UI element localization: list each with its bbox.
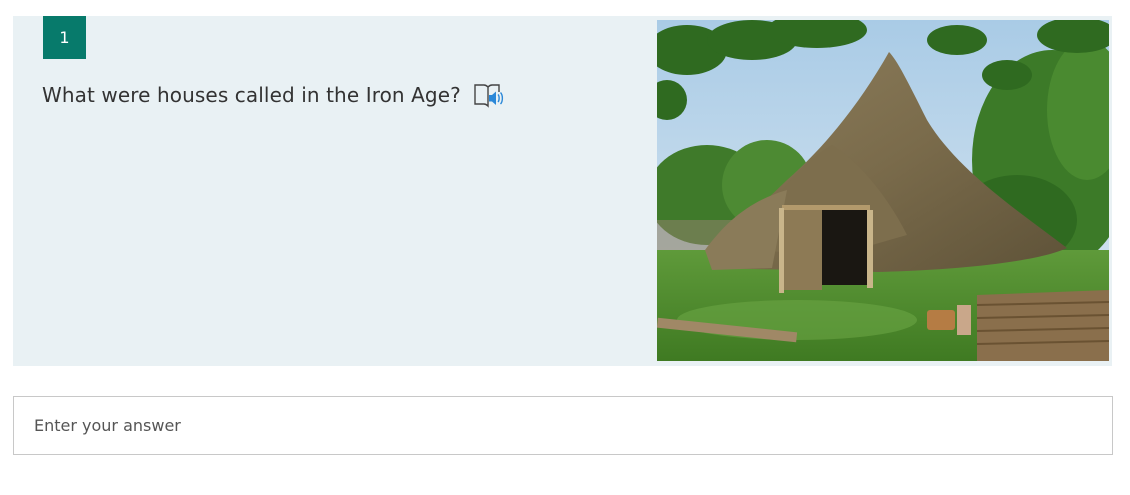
- roundhouse-image: [657, 20, 1109, 361]
- question-row: What were houses called in the Iron Age?: [42, 80, 505, 110]
- question-number-badge: 1: [43, 16, 86, 59]
- question-card: 1 What were houses called in the Iron Ag…: [13, 16, 1112, 366]
- quiz-page: 1 What were houses called in the Iron Ag…: [0, 0, 1130, 495]
- immersive-reader-icon[interactable]: [473, 80, 505, 110]
- answer-input[interactable]: [13, 396, 1113, 455]
- question-text: What were houses called in the Iron Age?: [42, 83, 461, 107]
